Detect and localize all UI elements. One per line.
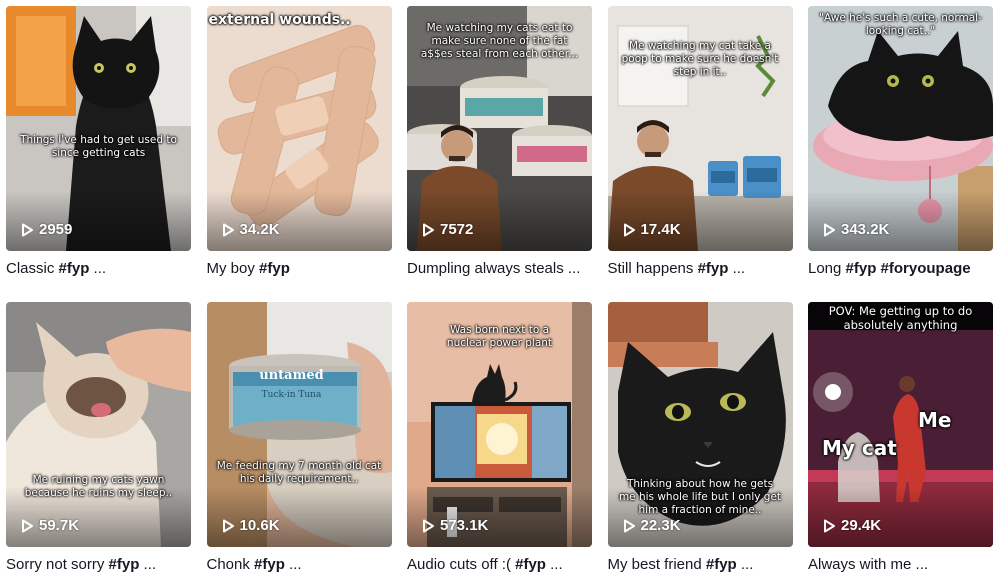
video-overlay-text: Things I've had to get used to since get… <box>20 134 177 159</box>
video-overlay-label: Me <box>918 408 952 432</box>
video-overlay-text: Thinking about how he gets me his whole … <box>618 478 782 516</box>
video-overlay-text: Me watching my cats eat to make sure non… <box>420 22 579 60</box>
video-caption[interactable]: Audio cuts off :( #fyp ... <box>407 556 592 574</box>
video-thumbnail[interactable]: Thinking about how he gets me his whole … <box>607 302 793 547</box>
video-overlay-text: Me ruining my cats yawn because he ruins… <box>24 474 173 499</box>
view-count-value: 34.2K <box>239 221 280 238</box>
play-icon <box>222 519 234 532</box>
view-count: 59.7K <box>20 517 79 534</box>
video-caption[interactable]: Classic #fyp ... <box>6 260 191 278</box>
video-thumbnail[interactable]: untamed Tuck-in Tuna Me feeding my 7 mon… <box>206 302 392 547</box>
hashtag-link[interactable]: #fyp <box>706 556 737 573</box>
video-card[interactable]: Me watching my cats eat to make sure non… <box>407 6 592 302</box>
can-brand-label: untamed <box>259 368 324 383</box>
hashtag-link[interactable]: #fyp <box>698 260 729 277</box>
view-count: 34.2K <box>221 221 280 238</box>
hashtag-link[interactable]: #fyp <box>254 556 285 573</box>
hashtag-link[interactable]: #fyp <box>515 556 546 573</box>
hashtag-link[interactable]: #fyp <box>109 556 140 573</box>
hashtag-link[interactable]: #fyp <box>59 260 90 277</box>
video-caption[interactable]: Dumpling always steals ... <box>407 260 592 278</box>
play-icon <box>423 519 434 532</box>
video-card[interactable]: Me ruining my cats yawn because he ruins… <box>6 302 191 577</box>
video-caption[interactable]: Long #fyp #foryoupage <box>808 260 993 278</box>
video-overlay-text: Me watching my cat take a poop to make s… <box>621 40 779 78</box>
hashtag-link[interactable]: #fyp <box>259 260 290 277</box>
play-icon <box>22 223 33 236</box>
video-thumbnail[interactable]: external wounds.. 34.2K <box>206 6 392 251</box>
view-count: 2959 <box>20 221 72 238</box>
view-count: 343.2K <box>822 221 889 238</box>
play-icon <box>222 223 234 236</box>
video-card[interactable]: Me watching my cat take a poop to make s… <box>607 6 793 302</box>
video-overlay-text: Me feeding my 7 month old cat his daily … <box>216 460 382 485</box>
video-thumbnail[interactable]: "Awe he's such a cute, normal-looking ca… <box>808 6 993 251</box>
view-count: 573.1K <box>421 517 488 534</box>
video-caption[interactable]: Chonk #fyp ... <box>207 556 392 574</box>
video-thumbnail[interactable]: Was born next to a nuclear power plant 5… <box>407 302 592 547</box>
video-overlay-label: My cat <box>822 436 897 460</box>
play-icon <box>623 223 635 236</box>
play-icon <box>423 223 434 236</box>
video-card[interactable]: external wounds.. 34.2K My boy #fyp <box>206 6 392 302</box>
video-thumbnail[interactable]: POV: Me getting up to do absolutely anyt… <box>808 302 993 547</box>
play-icon <box>22 519 33 532</box>
video-caption[interactable]: Sorry not sorry #fyp ... <box>6 556 191 574</box>
view-count: 7572 <box>421 221 473 238</box>
view-count: 29.4K <box>822 517 881 534</box>
view-count-value: 343.2K <box>841 221 890 238</box>
view-count: 22.3K <box>622 517 681 534</box>
view-count-value: 7572 <box>440 221 474 238</box>
view-count-value: 22.3K <box>640 517 681 534</box>
view-count-value: 573.1K <box>440 517 489 534</box>
video-overlay-text: external wounds.. <box>208 12 351 28</box>
video-grid: Things I've had to get used to since get… <box>6 6 993 577</box>
can-product-label: Tuck-in Tuna <box>261 390 322 400</box>
video-overlay-text: "Awe he's such a cute, normal-looking ca… <box>819 12 982 37</box>
video-overlay-text: Was born next to a nuclear power plant <box>446 324 553 349</box>
video-thumbnail[interactable]: Me ruining my cats yawn because he ruins… <box>6 302 191 547</box>
play-icon <box>623 519 635 532</box>
view-count-value: 29.4K <box>841 517 882 534</box>
video-card[interactable]: "Awe he's such a cute, normal-looking ca… <box>808 6 993 302</box>
video-card[interactable]: Was born next to a nuclear power plant 5… <box>407 302 592 577</box>
view-count-value: 59.7K <box>39 517 80 534</box>
view-count: 10.6K <box>221 517 280 534</box>
video-caption[interactable]: My best friend #fyp ... <box>608 556 793 574</box>
video-caption[interactable]: Still happens #fyp ... <box>608 260 793 278</box>
play-icon <box>824 519 835 532</box>
video-caption[interactable]: Always with me ... <box>808 556 993 574</box>
play-icon <box>824 223 835 236</box>
video-card[interactable]: Things I've had to get used to since get… <box>6 6 191 302</box>
video-thumbnail[interactable]: Me watching my cat take a poop to make s… <box>607 6 793 251</box>
view-count-value: 10.6K <box>239 517 280 534</box>
video-thumbnail[interactable]: Me watching my cats eat to make sure non… <box>407 6 592 251</box>
video-caption[interactable]: My boy #fyp <box>207 260 392 278</box>
view-count-value: 2959 <box>39 221 73 238</box>
hashtag-link[interactable]: #fyp #foryoupage <box>846 260 971 277</box>
view-count-value: 17.4K <box>640 221 681 238</box>
video-card[interactable]: untamed Tuck-in Tuna Me feeding my 7 mon… <box>206 302 392 577</box>
video-thumbnail[interactable]: Things I've had to get used to since get… <box>6 6 191 251</box>
video-card[interactable]: POV: Me getting up to do absolutely anyt… <box>808 302 993 577</box>
view-count: 17.4K <box>622 221 681 238</box>
video-card[interactable]: Thinking about how he gets me his whole … <box>607 302 793 577</box>
video-overlay-text: POV: Me getting up to do absolutely anyt… <box>828 304 973 332</box>
